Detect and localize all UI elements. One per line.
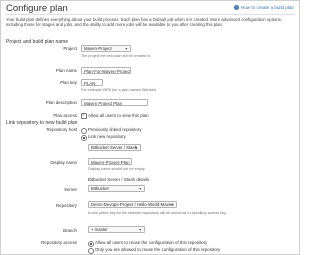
repository-host-label: Repository host <box>46 127 77 132</box>
plan-key-hint: For example WEB (for a plan named Websit… <box>81 88 157 92</box>
project-label: Project <box>63 46 77 51</box>
previously-linked-label: Previously linked repository <box>88 127 142 132</box>
bitbucket-details-heading: Bitbucket Server / Stash details <box>88 177 150 182</box>
project-hint: The project the new plan will be created… <box>81 54 151 58</box>
project-select[interactable]: Maven-Project ▼ <box>81 45 131 52</box>
display-name-field[interactable]: Maven-Project-Plan <box>88 158 132 165</box>
plan-name-field[interactable]: Plan-For-Maven-Project <box>81 67 131 74</box>
section-heading-repository: Link repository to new build plan <box>6 120 78 126</box>
radio-link-new[interactable] <box>81 135 87 141</box>
repository-access-label: Repository access <box>41 240 77 245</box>
server-select-value: Bitbucket <box>91 186 109 191</box>
repository-type-value: Bitbucket Server / Stash <box>91 145 138 150</box>
branch-icon: ⑂ <box>91 227 94 232</box>
plan-access-checkbox[interactable] <box>81 112 87 119</box>
branch-select[interactable]: ⑂ master ▼ <box>88 226 145 233</box>
display-name-label: Display name <box>50 160 77 165</box>
plan-description-field[interactable]: Maven Project Plan <box>81 99 148 106</box>
plan-name-label: Plan name <box>56 68 77 73</box>
repository-select-value: Demo-Devops-Project / Hello-World-Maven <box>91 202 174 207</box>
plan-key-label: Plan key <box>60 80 77 85</box>
repository-select[interactable]: Demo-Devops-Project / Hello-World-Maven … <box>88 201 177 208</box>
help-link-label: How to create a build plan <box>240 5 294 10</box>
display-name-hint: Display name should not be empty <box>88 167 145 171</box>
repository-label: Repository <box>56 203 77 208</box>
server-label: Server <box>64 187 77 192</box>
plan-access-label: Plan access <box>53 113 77 118</box>
radio-allow-all-users[interactable] <box>88 241 94 247</box>
chevron-down-icon: ▼ <box>170 203 174 207</box>
only-you-label: Only you are allowed to reuse the config… <box>95 247 221 252</box>
chevron-down-icon: ▼ <box>124 47 128 51</box>
configure-plan-panel: Configure plan ? How to create a build pl… <box>0 0 300 255</box>
intro-text: Your build plan defines everything about… <box>6 17 282 28</box>
plan-key-field[interactable]: PLAN <box>81 79 103 86</box>
repository-hint: A new public key for the selected reposi… <box>88 211 227 215</box>
plan-description-label: Plan description <box>45 100 77 105</box>
project-select-value: Maven-Project <box>84 46 112 51</box>
link-new-label: Link new repository <box>88 134 126 139</box>
branch-select-value: master <box>94 227 108 232</box>
help-link[interactable]: ? How to create a build plan <box>233 5 294 11</box>
chevron-down-icon: ▼ <box>138 187 142 191</box>
repository-type-select[interactable]: Bitbucket Server / Stash ▼ <box>88 144 141 151</box>
radio-only-you[interactable] <box>88 248 94 254</box>
title-divider <box>5 14 295 15</box>
page-title: Configure plan <box>6 3 68 14</box>
section-heading-plan: Project and build plan name <box>6 39 68 45</box>
chevron-down-icon: ▼ <box>134 146 138 150</box>
allow-all-users-label: Allow all users to reuse the configurati… <box>95 240 208 245</box>
branch-label: Branch <box>63 228 77 233</box>
chevron-down-icon: ▼ <box>138 228 142 232</box>
radio-previously-linked[interactable] <box>81 128 87 134</box>
server-select[interactable]: Bitbucket ▼ <box>88 185 145 192</box>
plan-access-option-label: Allow all users to view this plan <box>88 113 149 118</box>
help-icon: ? <box>233 5 239 11</box>
